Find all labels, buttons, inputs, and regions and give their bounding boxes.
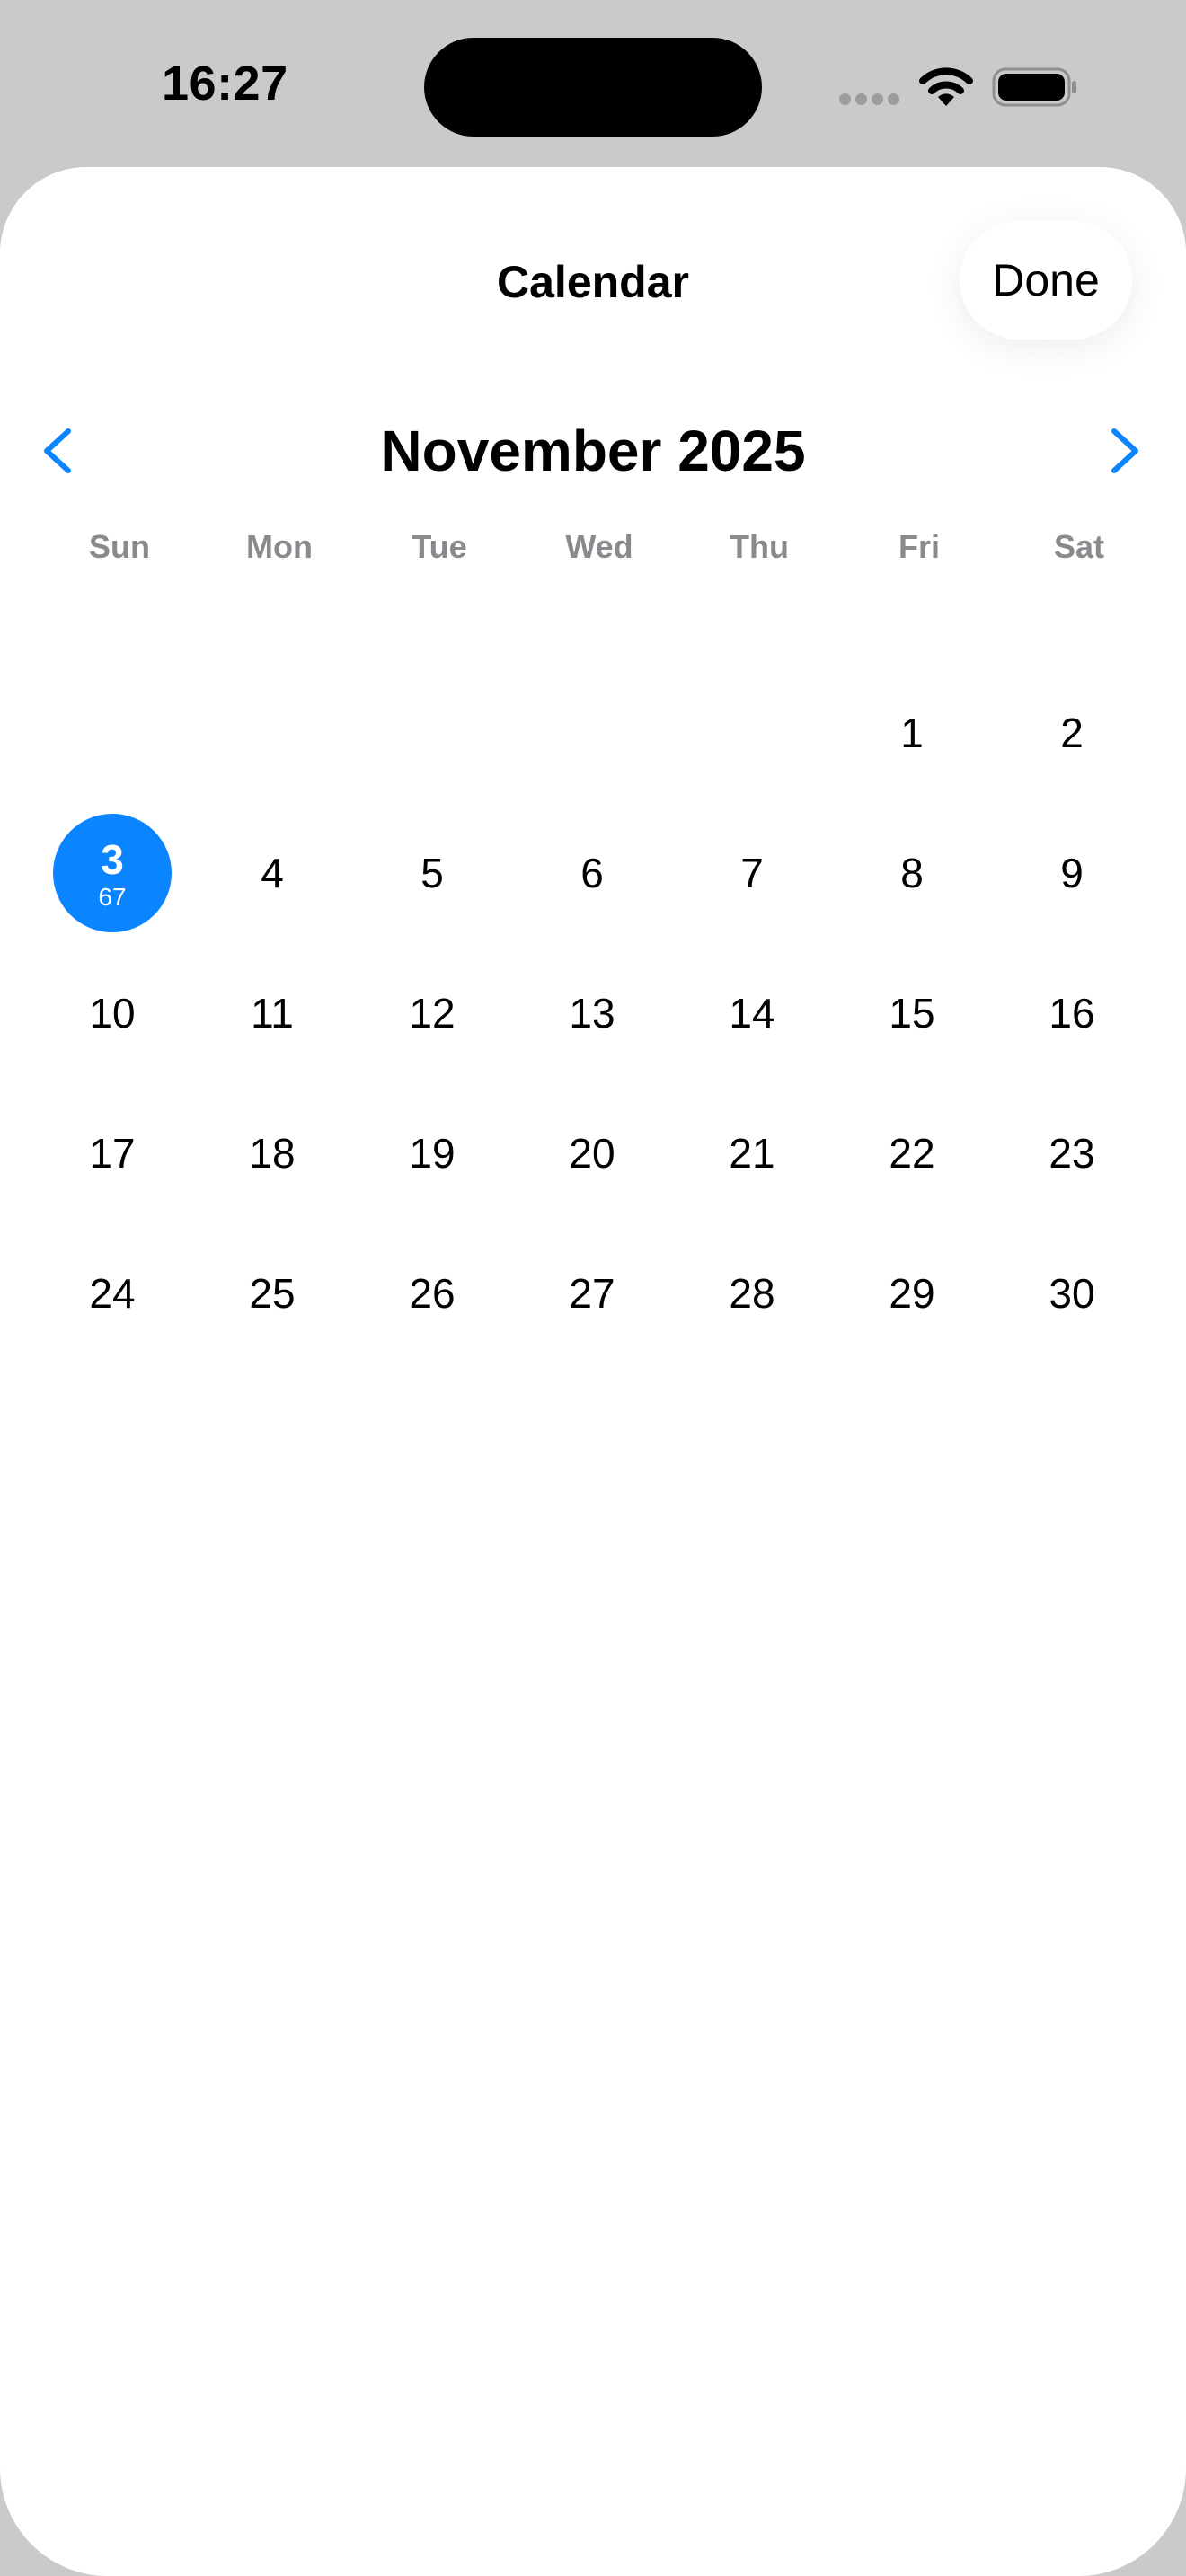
day-cell[interactable]: 1 [832, 663, 992, 803]
day-cell[interactable]: 11 [192, 943, 352, 1083]
day-cell[interactable]: 2 [992, 663, 1152, 803]
day-cell[interactable]: 26 [352, 1223, 512, 1363]
day-cell[interactable]: 9 [992, 803, 1152, 943]
day-cell[interactable]: 5 [352, 803, 512, 943]
day-cell[interactable]: 17 [32, 1083, 192, 1223]
day-cell[interactable]: 25 [192, 1223, 352, 1363]
weekday-label: Sun [89, 528, 150, 565]
day-cell[interactable]: 10 [32, 943, 192, 1083]
calendar-sheet: Calendar Done November 2025 Sun Mon Tue Wed… [0, 167, 1186, 2576]
day-subtitle: 67 [98, 883, 127, 911]
day-cell[interactable]: 18 [192, 1083, 352, 1223]
done-button[interactable]: Done [960, 221, 1132, 340]
chevron-right-icon[interactable] [1098, 415, 1152, 487]
day-cell[interactable]: 23 [992, 1083, 1152, 1223]
day-cell[interactable]: 20 [512, 1083, 672, 1223]
day-cell[interactable]: 29 [832, 1223, 992, 1363]
day-cell[interactable]: 6 [512, 803, 672, 943]
day-cell[interactable]: 28 [672, 1223, 832, 1363]
day-cell[interactable]: 15 [832, 943, 992, 1083]
month-title: November 2025 [380, 419, 806, 483]
selected-day[interactable]: 3 67 [53, 814, 172, 932]
day-cell[interactable]: 8 [832, 803, 992, 943]
cellular-signal-icon [839, 93, 902, 106]
weekday-label: Wed [565, 528, 633, 565]
day-cell[interactable]: 27 [512, 1223, 672, 1363]
day-cell[interactable]: 30 [992, 1223, 1152, 1363]
weekday-label: Mon [246, 528, 313, 565]
day-cell[interactable]: 21 [672, 1083, 832, 1223]
day-cell[interactable]: 24 [32, 1223, 192, 1363]
day-cell[interactable]: 14 [672, 943, 832, 1083]
wifi-icon [919, 67, 973, 106]
day-cell[interactable]: 22 [832, 1083, 992, 1223]
status-time: 16:27 [162, 57, 288, 110]
weekday-label: Thu [730, 528, 789, 565]
weekday-label: Sat [1053, 528, 1105, 565]
day-grid: 1 2 3 67 4 5 6 7 8 9 10 11 12 13 14 15 16 17 18 19 20 21 22 23 2… [32, 710, 1186, 1434]
weekday-header: Sun Mon Tue Wed Thu Fri Sat [40, 525, 1186, 569]
day-cell[interactable]: 13 [512, 943, 672, 1083]
weekday-label: Tue [412, 528, 467, 565]
day-cell[interactable]: 16 [992, 943, 1152, 1083]
weekday-label: Fri [898, 528, 940, 565]
battery-icon [992, 67, 1076, 107]
day-cell[interactable]: 7 [672, 803, 832, 943]
day-cell[interactable]: 19 [352, 1083, 512, 1223]
day-number: 3 [101, 836, 124, 883]
day-cell[interactable]: 4 [192, 803, 352, 943]
dynamic-island [424, 38, 762, 137]
day-cell[interactable]: 12 [352, 943, 512, 1083]
